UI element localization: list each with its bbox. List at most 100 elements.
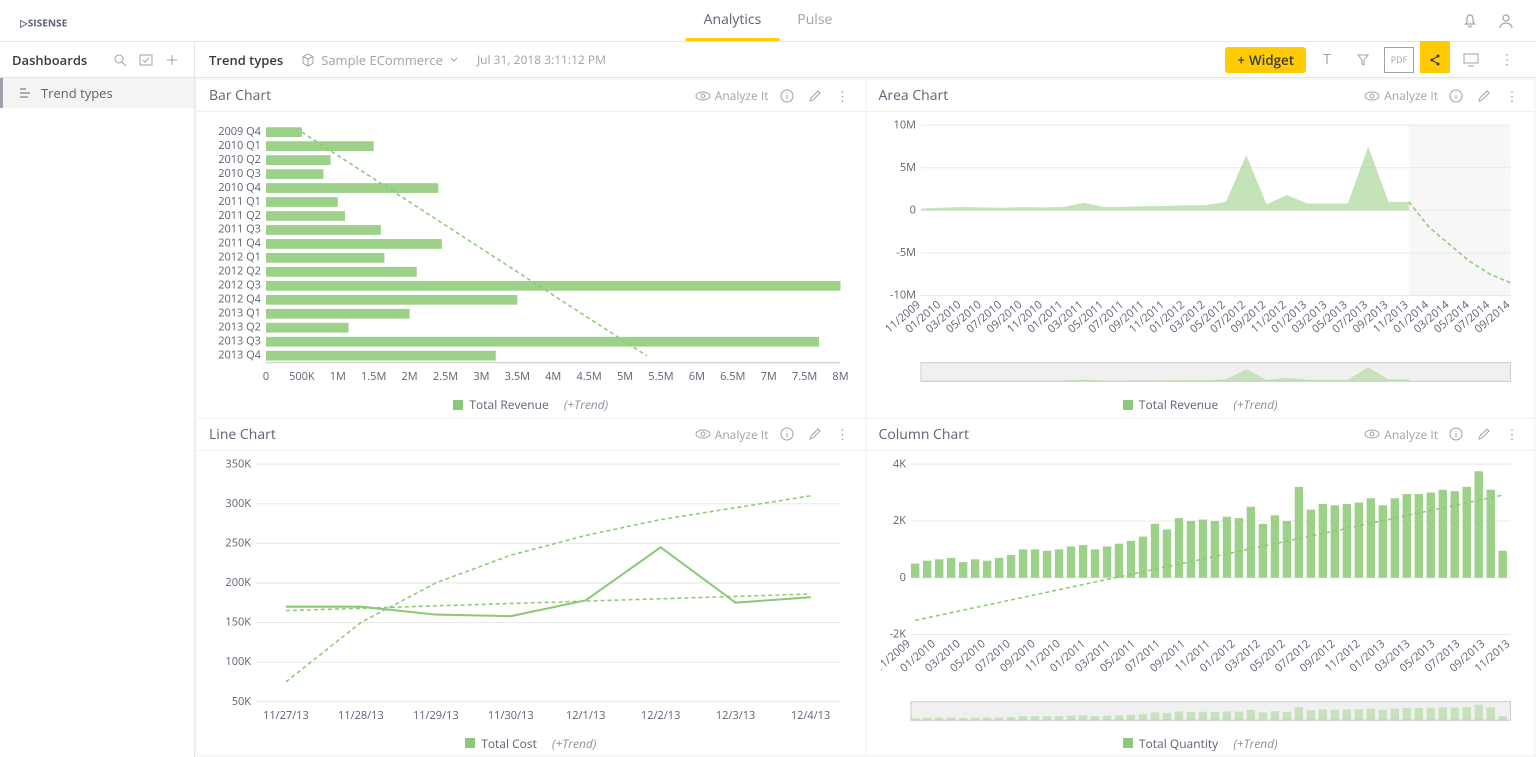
svg-text:-5M: -5M [896, 245, 916, 260]
pencil-icon[interactable] [805, 424, 825, 444]
search-icon[interactable] [110, 50, 130, 70]
svg-text:2010 Q1: 2010 Q1 [218, 138, 261, 153]
tab-pulse[interactable]: Pulse [779, 0, 850, 41]
analyze-button[interactable]: Analyze It [1364, 87, 1438, 104]
more-icon[interactable]: ⋮ [1502, 86, 1522, 106]
svg-text:6.5M: 6.5M [720, 369, 745, 384]
svg-text:0: 0 [899, 569, 905, 584]
svg-text:300K: 300K [225, 495, 251, 510]
svg-text:12/3/13: 12/3/13 [716, 708, 755, 723]
filter-icon[interactable] [1348, 47, 1378, 73]
svg-text:250K: 250K [225, 535, 251, 550]
svg-text:4.5M: 4.5M [576, 369, 601, 384]
svg-text:2M: 2M [402, 369, 418, 384]
pencil-icon[interactable] [805, 86, 825, 106]
sidebar: Dashboards Trend types [0, 42, 195, 757]
widget-title: Column Chart [879, 425, 969, 444]
datasource-picker[interactable]: Sample ECommerce [301, 51, 459, 69]
svg-text:5M: 5M [899, 160, 915, 175]
chevron-down-icon [449, 55, 459, 65]
svg-text:500K: 500K [289, 369, 315, 384]
svg-text:2012 Q4: 2012 Q4 [218, 291, 261, 306]
checklist-icon[interactable] [136, 50, 156, 70]
analyze-button[interactable]: Analyze It [695, 426, 769, 443]
sidebar-item-trend-types[interactable]: Trend types [0, 78, 194, 108]
svg-text:11/27/13: 11/27/13 [263, 708, 309, 723]
pencil-icon[interactable] [1474, 424, 1494, 444]
dashboard-toolbar: Trend types Sample ECommerce Jul 31, 201… [195, 42, 1536, 78]
svg-text:12/4/13: 12/4/13 [791, 708, 830, 723]
dashboard-icon [19, 87, 33, 99]
svg-text:11/29/13: 11/29/13 [413, 708, 459, 723]
cube-icon [301, 53, 315, 67]
dashboard-title: Trend types [209, 51, 283, 69]
widget-title: Area Chart [879, 86, 949, 105]
add-icon[interactable] [162, 50, 182, 70]
tab-analytics[interactable]: Analytics [686, 0, 780, 41]
svg-text:2012 Q1: 2012 Q1 [218, 250, 261, 265]
more-icon[interactable]: ⋮ [833, 86, 853, 106]
svg-text:7M: 7M [761, 369, 777, 384]
svg-text:200K: 200K [225, 574, 251, 589]
svg-text:11/30/13: 11/30/13 [488, 708, 534, 723]
logo: ▷SISENSE [20, 11, 130, 31]
svg-text:1M: 1M [330, 369, 346, 384]
widget-title: Line Chart [209, 425, 276, 444]
pencil-icon[interactable] [1474, 86, 1494, 106]
add-widget-button[interactable]: +Widget [1225, 47, 1306, 73]
svg-text:3M: 3M [473, 369, 489, 384]
monitor-icon[interactable] [1456, 47, 1486, 73]
pdf-icon[interactable]: PDF [1384, 47, 1414, 73]
sidebar-title: Dashboards [12, 51, 104, 69]
svg-text:2013 Q4: 2013 Q4 [218, 347, 261, 362]
widget-title: Bar Chart [209, 86, 271, 105]
info-icon[interactable] [1446, 86, 1466, 106]
svg-text:2012 Q3: 2012 Q3 [218, 277, 261, 292]
svg-text:▷SISENSE: ▷SISENSE [20, 15, 68, 29]
svg-text:2.5M: 2.5M [433, 369, 458, 384]
svg-text:1.5M: 1.5M [361, 369, 386, 384]
last-updated: Jul 31, 2018 3:11:12 PM [477, 51, 606, 68]
svg-text:2010 Q4: 2010 Q4 [218, 180, 261, 195]
analyze-button[interactable]: Analyze It [1364, 426, 1438, 443]
svg-text:5M: 5M [617, 369, 633, 384]
svg-text:2010 Q2: 2010 Q2 [218, 152, 261, 167]
more-icon[interactable]: ⋮ [833, 424, 853, 444]
svg-text:4M: 4M [545, 369, 561, 384]
svg-text:2011 Q4: 2011 Q4 [218, 236, 261, 251]
svg-text:350K: 350K [225, 459, 251, 471]
svg-text:0: 0 [909, 202, 915, 217]
text-icon[interactable]: T [1312, 47, 1342, 73]
svg-text:0: 0 [263, 369, 269, 384]
widget-column-chart: Column Chart Analyze It ⋮ -2K02K4K11/200… [867, 419, 1535, 756]
svg-text:2011 Q3: 2011 Q3 [218, 222, 261, 237]
nav-tabs: Analytics Pulse [686, 0, 851, 41]
widget-bar-chart: Bar Chart Analyze It ⋮ 2009 Q42010 Q1201… [197, 80, 865, 417]
svg-text:100K: 100K [225, 654, 251, 669]
svg-text:4K: 4K [892, 459, 905, 471]
svg-text:6M: 6M [689, 369, 705, 384]
svg-text:2009 Q4: 2009 Q4 [218, 124, 261, 139]
svg-text:10M: 10M [893, 120, 915, 132]
more-icon[interactable]: ⋮ [1492, 47, 1522, 73]
svg-text:3.5M: 3.5M [505, 369, 530, 384]
svg-text:2K: 2K [892, 512, 905, 527]
sidebar-item-label: Trend types [41, 84, 113, 102]
svg-text:2013 Q3: 2013 Q3 [218, 333, 261, 348]
user-icon[interactable] [1496, 11, 1516, 31]
share-icon[interactable] [1420, 47, 1450, 73]
svg-text:8M: 8M [832, 369, 848, 384]
info-icon[interactable] [777, 86, 797, 106]
analyze-button[interactable]: Analyze It [695, 87, 769, 104]
info-icon[interactable] [1446, 424, 1466, 444]
widget-area-chart: Area Chart Analyze It ⋮ -10M-5M05M10M11/… [867, 80, 1535, 417]
svg-text:12/1/13: 12/1/13 [566, 708, 605, 723]
top-bar: ▷SISENSE Analytics Pulse [0, 0, 1536, 42]
svg-text:12/2/13: 12/2/13 [641, 708, 680, 723]
bell-icon[interactable] [1460, 11, 1480, 31]
svg-text:50K: 50K [232, 693, 251, 708]
info-icon[interactable] [777, 424, 797, 444]
svg-text:2011 Q2: 2011 Q2 [218, 208, 261, 223]
svg-text:2013 Q1: 2013 Q1 [218, 305, 261, 320]
more-icon[interactable]: ⋮ [1502, 424, 1522, 444]
